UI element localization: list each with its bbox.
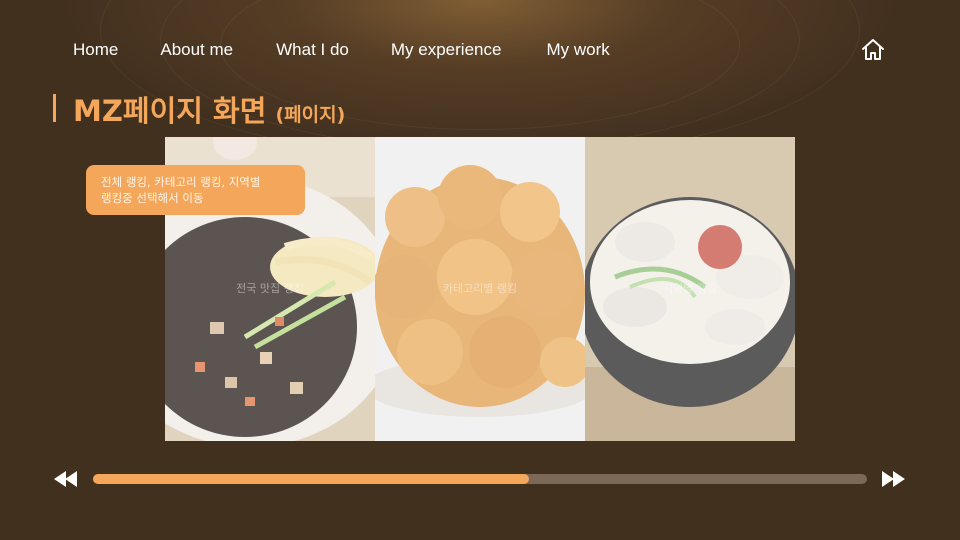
page-subtitle-text: (페이지) (275, 104, 346, 126)
description-callout: 전체 랭킹, 카테고리 랭킹, 지역별 랭킹중 선택해서 이동 (86, 165, 305, 215)
gallery-panel-regional-ranking[interactable]: 지역별 랭킹 (585, 137, 795, 441)
nav-my-experience[interactable]: My experience (391, 40, 502, 60)
gallery-panel-category-ranking[interactable]: 카테고리별 랭킹 (375, 137, 585, 441)
callout-line: 전체 랭킹, 카테고리 랭킹, 지역별 (101, 175, 261, 189)
home-button[interactable] (860, 37, 886, 63)
home-icon (862, 39, 884, 60)
page-title-text: MZ페이지 화면 (73, 94, 267, 128)
nav-about-me[interactable]: About me (160, 40, 233, 60)
previous-button[interactable] (54, 471, 78, 487)
title-accent-bar (53, 94, 56, 122)
page-title: MZ페이지 화면 (페이지) (73, 88, 345, 130)
progress-track[interactable] (93, 474, 867, 484)
nav-what-i-do[interactable]: What I do (276, 40, 349, 60)
background-ring (100, 0, 860, 160)
nav-my-work[interactable]: My work (546, 40, 609, 60)
fast-forward-icon (882, 471, 905, 487)
rewind-icon (54, 471, 77, 487)
callout-line: 랭킹중 선택해서 이동 (101, 191, 204, 205)
next-button[interactable] (882, 471, 906, 487)
nav-home[interactable]: Home (73, 40, 118, 60)
panel-label: 카테고리별 랭킹 (442, 282, 518, 295)
panel-label: 전국 맛집 랭킹 (236, 282, 304, 295)
panel-label: 지역별 랭킹 (662, 282, 718, 295)
progress-fill (93, 474, 529, 484)
top-navigation: Home About me What I do My experience My… (52, 38, 610, 62)
